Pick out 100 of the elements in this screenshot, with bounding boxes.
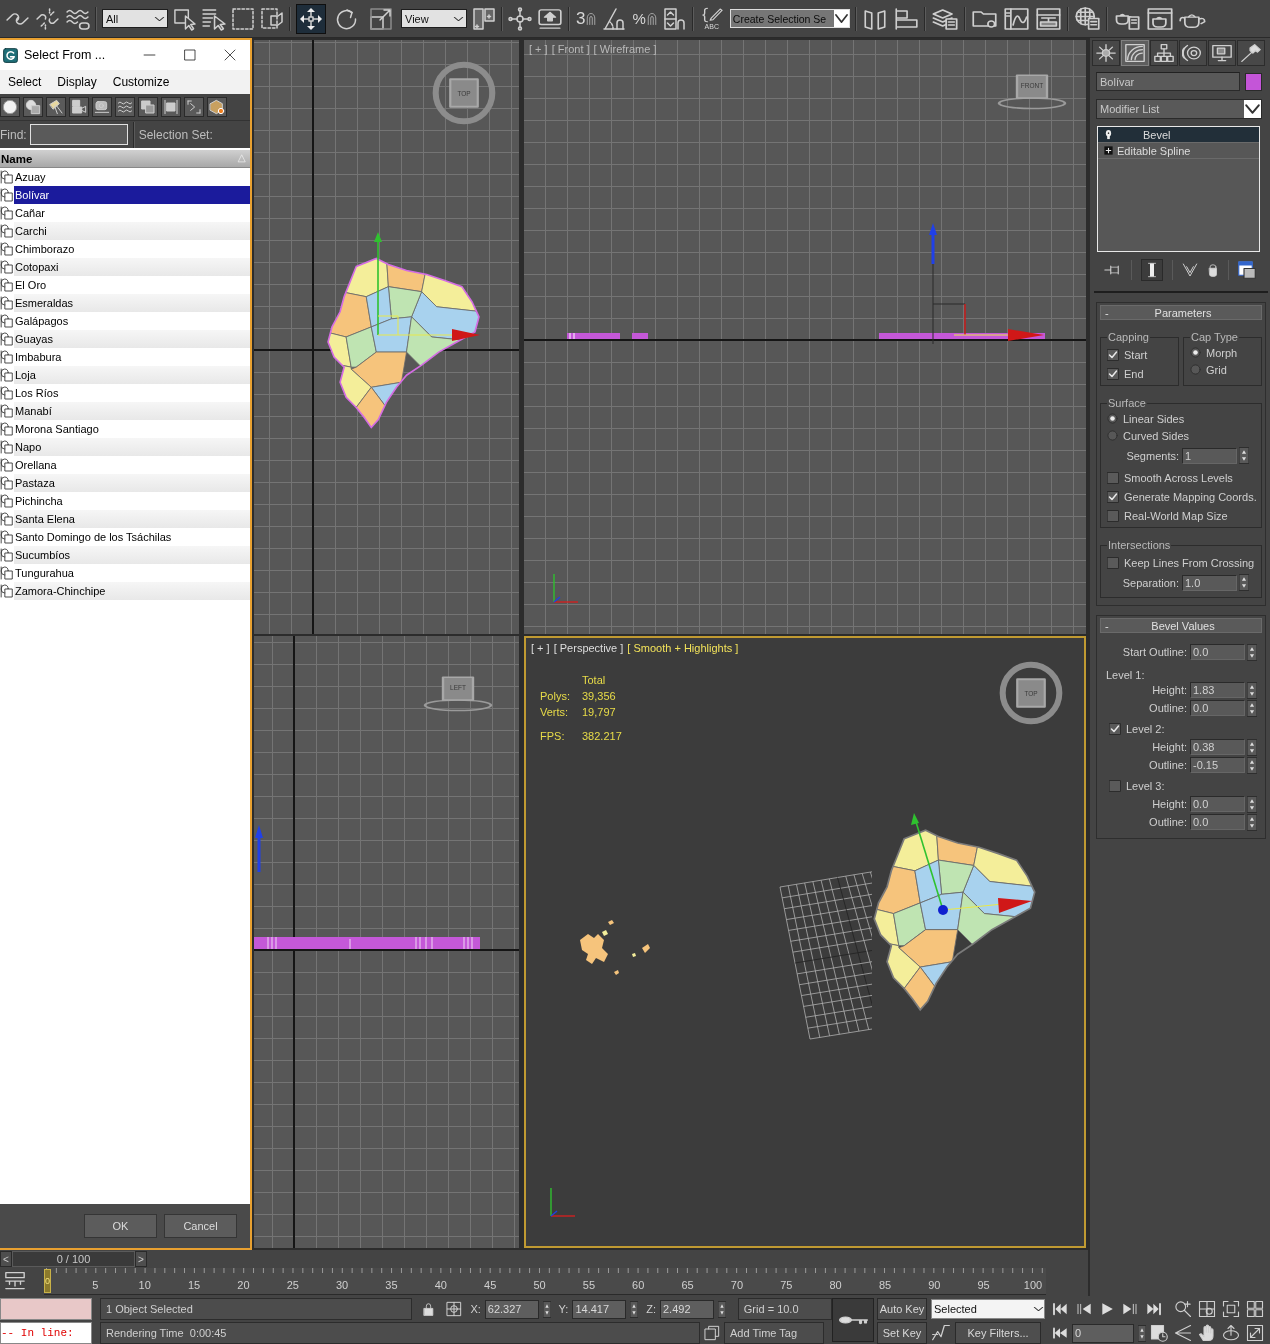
number-field[interactable]: 1.0 <box>1182 574 1237 591</box>
number-field[interactable]: 0.0 <box>1190 814 1245 830</box>
magnet-icon[interactable] <box>586 12 597 25</box>
expand-arrows-icon[interactable] <box>1246 1324 1264 1342</box>
checkbox[interactable] <box>1109 723 1121 735</box>
checkbox[interactable] <box>1107 556 1119 569</box>
viewport-menu-label[interactable]: [ + ] <box>529 43 548 55</box>
skip-back-icon[interactable] <box>1052 1326 1068 1340</box>
list-item[interactable]: Guayas <box>14 330 250 348</box>
caret-icon[interactable] <box>453 14 464 23</box>
frame-field[interactable]: 0 <box>1072 1323 1134 1343</box>
spinner-icon[interactable] <box>1138 1324 1146 1342</box>
radio-button[interactable] <box>1190 364 1201 375</box>
checkbox[interactable] <box>1107 490 1119 503</box>
caret-icon[interactable] <box>1033 1305 1044 1313</box>
bin-icon[interactable] <box>1207 263 1219 277</box>
key-set-dropdown[interactable]: Selected <box>931 1299 1045 1319</box>
pin-icon[interactable] <box>1104 263 1122 277</box>
stacked-pages-icon[interactable] <box>704 1325 720 1341</box>
modifier-list-dropdown[interactable]: Modifier List <box>1096 99 1262 119</box>
caret-icon[interactable] <box>1244 100 1261 118</box>
page-clock-icon[interactable] <box>1150 1324 1168 1342</box>
caret-icon[interactable] <box>833 10 849 27</box>
number-field[interactable]: 0.0 <box>1190 796 1245 812</box>
teapot-window-icon[interactable] <box>1145 6 1174 31</box>
diagram-window-icon[interactable] <box>1034 6 1062 31</box>
find-field[interactable] <box>29 124 128 145</box>
spinner-icon[interactable] <box>1247 795 1257 813</box>
coordinate-field[interactable]: 14.417 <box>572 1299 627 1319</box>
cursor-box-icon[interactable] <box>173 6 196 31</box>
object-name-field[interactable]: Bolívar <box>1096 72 1240 91</box>
rollout-header[interactable]: - Bevel Values <box>1100 618 1262 633</box>
map-drawing[interactable] <box>872 828 1038 1012</box>
pencil-icon[interactable] <box>700 7 723 23</box>
spinner-icon[interactable] <box>1247 813 1257 831</box>
checkbox[interactable] <box>1107 348 1119 361</box>
set-key-button[interactable]: Set Key <box>877 1322 927 1344</box>
viewport-menu-label[interactable]: [ Perspective ] <box>553 642 624 654</box>
viewport-menu-label[interactable]: [ Smooth + Highlights ] <box>627 642 739 654</box>
time-ruler[interactable]: 0 5 10 15 20 25 30 35 40 45 50 55 60 65 70 75 80 85 90 95 100 <box>44 1268 1046 1295</box>
caret-icon[interactable] <box>154 14 165 23</box>
maximize-icon[interactable] <box>184 49 196 61</box>
angle-icon[interactable] <box>1174 1324 1192 1342</box>
checkbox[interactable] <box>1107 367 1119 380</box>
dialog-button[interactable]: OK <box>84 1214 157 1238</box>
radio-button[interactable] <box>1107 430 1118 441</box>
zoom-extents-all-icon[interactable] <box>1246 1300 1264 1318</box>
zoom-icon[interactable] <box>1174 1300 1192 1318</box>
orbit-icon[interactable] <box>1222 1324 1240 1342</box>
zoom-extents-icon[interactable] <box>1222 1300 1240 1318</box>
angle-magnet-icon[interactable] <box>602 6 627 31</box>
checkbox[interactable] <box>1107 509 1119 522</box>
lightbulb-icon[interactable] <box>1104 129 1113 140</box>
expand-icon[interactable] <box>1104 146 1113 155</box>
spinner-icon[interactable] <box>1247 699 1257 717</box>
boxes-crosshair-icon[interactable] <box>472 6 496 31</box>
islands-drawing[interactable] <box>578 918 652 978</box>
checkbox[interactable] <box>1107 471 1119 484</box>
list-item[interactable]: Loja <box>14 366 250 384</box>
radio-button[interactable] <box>1107 413 1118 424</box>
list-item[interactable]: Napo <box>14 438 250 456</box>
list-cursor-icon[interactable] <box>201 6 226 31</box>
i-beam-icon[interactable] <box>1146 262 1158 278</box>
go-to-start-icon[interactable] <box>1052 1302 1068 1316</box>
curve-window-icon[interactable] <box>1002 6 1030 31</box>
unlink-icon[interactable] <box>35 6 60 31</box>
lock-icon[interactable] <box>421 1302 435 1316</box>
node-cross-icon[interactable] <box>508 6 532 31</box>
next-frame-button[interactable]: > <box>135 1251 147 1267</box>
list-item[interactable]: Santa Elena <box>14 510 250 528</box>
upload-box-icon[interactable] <box>537 7 563 30</box>
view-cube-icon[interactable] <box>998 660 1064 726</box>
dialog-button[interactable]: Cancel <box>164 1214 237 1238</box>
collapse-toggle[interactable]: - <box>1105 619 1119 632</box>
viewport-menu-label[interactable]: [ Front ] <box>551 43 590 55</box>
list-item[interactable]: Esmeraldas <box>14 294 250 312</box>
spinner-magnet-icon[interactable] <box>662 6 687 31</box>
window-icon[interactable] <box>1238 261 1256 279</box>
play-icon[interactable] <box>1100 1302 1114 1316</box>
coordinate-field[interactable]: 2.492 <box>660 1299 714 1319</box>
time-slider-thumb[interactable]: 0 / 100 <box>12 1251 135 1267</box>
previous-frame-button[interactable]: < <box>0 1251 12 1267</box>
viewport-menu-label[interactable]: [ + ] <box>531 642 550 654</box>
extruded-shape-drawing[interactable] <box>254 935 482 951</box>
number-field[interactable]: 0.0 <box>1190 644 1245 660</box>
percent-snap-button[interactable]: % <box>631 3 658 34</box>
view-cube-icon[interactable] <box>431 60 497 126</box>
list-item[interactable]: Manabí <box>14 402 250 420</box>
checkbox[interactable] <box>1109 780 1121 792</box>
list-item[interactable]: Bolívar <box>14 186 250 204</box>
name-column-header[interactable]: Name <box>0 150 250 168</box>
list-item[interactable]: Pastaza <box>14 474 250 492</box>
list-item[interactable]: Cotopaxi <box>14 258 250 276</box>
viewport-menu-label[interactable]: [ Wireframe ] <box>593 43 657 55</box>
number-field[interactable]: 0.0 <box>1190 700 1245 716</box>
spinner-icon[interactable] <box>1239 574 1249 591</box>
number-field[interactable]: -0.15 <box>1190 757 1245 773</box>
spinner-icon[interactable] <box>1247 756 1257 774</box>
crosshair-icon[interactable] <box>446 1301 463 1317</box>
pan-icon[interactable] <box>1198 1324 1216 1342</box>
